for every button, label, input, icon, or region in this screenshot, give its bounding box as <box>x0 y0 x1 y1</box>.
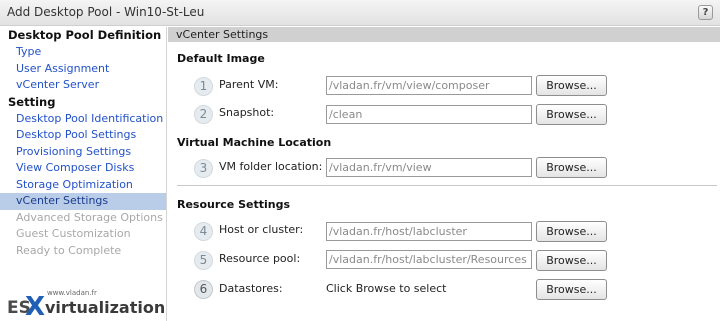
sidebar-item-guest-customization: Guest Customization <box>16 227 131 240</box>
section-default-image: Default Image <box>177 52 265 65</box>
snapshot-browse-button[interactable]: Browse... <box>536 104 607 125</box>
help-icon[interactable]: ? <box>698 5 713 20</box>
sidebar-item-vcenter-settings[interactable]: vCenter Settings <box>0 193 166 210</box>
sidebar-item-storage-optimization[interactable]: Storage Optimization <box>0 177 166 194</box>
logo-url: www.vladan.fr <box>47 289 97 297</box>
parent-vm-field[interactable]: /vladan.fr/vm/view/composer <box>326 76 532 95</box>
sidebar-item-provisioning-settings[interactable]: Provisioning Settings <box>0 144 166 161</box>
wizard-sidebar: Desktop Pool Definition Type User Assign… <box>0 27 167 321</box>
section-divider <box>177 185 717 186</box>
step-number-3: 3 <box>194 159 213 178</box>
sidebar-item-pool-identification[interactable]: Desktop Pool Identification <box>0 111 166 128</box>
vm-folder-label: VM folder location: <box>219 160 323 173</box>
resource-pool-field[interactable]: /vladan.fr/host/labcluster/Resources <box>326 250 532 269</box>
parent-vm-label: Parent VM: <box>219 78 279 91</box>
step-number-1: 1 <box>194 77 213 96</box>
title-bar: Add Desktop Pool - Win10-St-Leu ? <box>0 0 720 26</box>
sidebar-item-composer-disks[interactable]: View Composer Disks <box>0 160 166 177</box>
snapshot-label: Snapshot: <box>219 106 275 119</box>
resource-pool-browse-button[interactable]: Browse... <box>536 250 607 271</box>
sidebar-section-pool-definition: Desktop Pool Definition <box>8 28 162 42</box>
step-number-6: 6 <box>194 280 213 299</box>
step-number-2: 2 <box>194 105 213 124</box>
datastores-label: Datastores: <box>219 282 283 295</box>
logo-virtualization: virtualization <box>45 298 166 317</box>
resource-pool-label: Resource pool: <box>219 252 301 265</box>
sidebar-section-setting: Setting <box>8 94 56 109</box>
parent-vm-browse-button[interactable]: Browse... <box>536 75 607 96</box>
snapshot-field[interactable]: /clean <box>326 105 532 124</box>
vm-folder-field[interactable]: /vladan.fr/vm/view <box>326 158 532 177</box>
sidebar-item-advanced-storage: Advanced Storage Options <box>16 210 163 224</box>
window-title: Add Desktop Pool - Win10-St-Leu <box>7 5 205 19</box>
host-cluster-browse-button[interactable]: Browse... <box>536 221 607 242</box>
section-vm-location: Virtual Machine Location <box>177 136 332 149</box>
step-number-5: 5 <box>194 251 213 270</box>
host-cluster-field[interactable]: /vladan.fr/host/labcluster <box>326 222 532 241</box>
datastores-hint: Click Browse to select <box>326 282 447 295</box>
host-cluster-label: Host or cluster: <box>219 223 304 236</box>
step-number-4: 4 <box>194 222 213 241</box>
vm-folder-browse-button[interactable]: Browse... <box>536 157 607 178</box>
sidebar-item-type[interactable]: Type <box>0 44 166 61</box>
logo-x: X <box>25 292 46 321</box>
panel-header: vCenter Settings <box>168 27 720 42</box>
datastores-browse-button[interactable]: Browse... <box>536 279 607 300</box>
esx-virtualization-logo: www.vladan.fr ES X virtualization <box>7 289 165 321</box>
sidebar-item-user-assignment[interactable]: User Assignment <box>0 61 166 78</box>
sidebar-item-vcenter-server[interactable]: vCenter Server <box>0 77 166 94</box>
sidebar-item-pool-settings[interactable]: Desktop Pool Settings <box>0 127 166 144</box>
sidebar-item-ready-to-complete: Ready to Complete <box>16 243 122 257</box>
main-panel: vCenter Settings Default Image 1 Parent … <box>168 27 720 321</box>
section-resource-settings: Resource Settings <box>177 198 291 211</box>
